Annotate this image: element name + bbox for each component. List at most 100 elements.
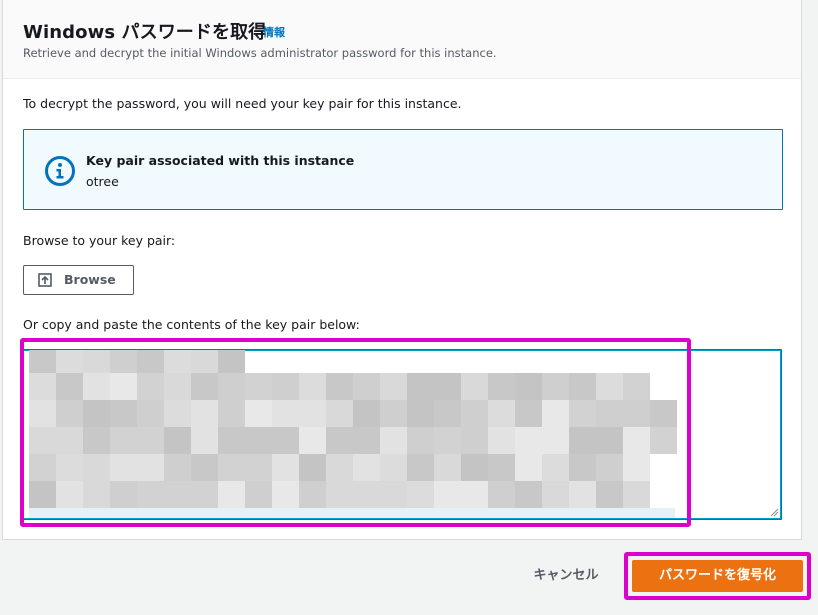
redaction-pixel bbox=[488, 373, 515, 400]
key-pair-textarea[interactable] bbox=[22, 349, 782, 520]
redaction-pixel bbox=[191, 373, 218, 400]
browse-label: Browse to your key pair: bbox=[23, 233, 176, 248]
redaction-pixel bbox=[461, 400, 488, 427]
redaction-pixel bbox=[326, 481, 353, 508]
redaction-pixel bbox=[623, 373, 650, 400]
redaction-pixel bbox=[434, 481, 461, 508]
info-link[interactable]: 情報 bbox=[263, 24, 285, 40]
redaction-pixel bbox=[218, 373, 245, 400]
redaction-pixel bbox=[29, 508, 675, 518]
redaction-pixel bbox=[245, 481, 272, 508]
redaction-pixel bbox=[515, 454, 542, 481]
redaction-pixel bbox=[299, 373, 326, 400]
redaction-pixel bbox=[515, 427, 542, 454]
redaction-pixel bbox=[569, 481, 596, 508]
resize-grip-icon[interactable] bbox=[770, 508, 779, 517]
redaction-pixel bbox=[110, 454, 137, 481]
redaction-pixel bbox=[245, 427, 272, 454]
redaction-pixel bbox=[488, 454, 515, 481]
redaction-pixel bbox=[299, 454, 326, 481]
redaction-pixel bbox=[407, 373, 434, 400]
redaction-pixel bbox=[56, 373, 83, 400]
redaction-pixel bbox=[515, 400, 542, 427]
paste-label: Or copy and paste the contents of the ke… bbox=[23, 317, 360, 332]
redaction-pixel bbox=[272, 427, 299, 454]
cancel-button[interactable]: キャンセル bbox=[518, 563, 614, 589]
redaction-pixel bbox=[407, 400, 434, 427]
redaction-pixel bbox=[299, 427, 326, 454]
browse-button-label: Browse bbox=[64, 272, 116, 287]
redaction-pixel bbox=[380, 427, 407, 454]
redaction-pixel bbox=[380, 454, 407, 481]
redaction-pixel bbox=[461, 373, 488, 400]
redaction-pixel bbox=[569, 454, 596, 481]
redaction-pixel bbox=[56, 350, 83, 373]
redaction-pixel bbox=[137, 454, 164, 481]
info-icon bbox=[45, 156, 75, 186]
redaction-pixel bbox=[569, 427, 596, 454]
redaction-pixel bbox=[542, 400, 569, 427]
redaction-pixel bbox=[191, 427, 218, 454]
redaction-pixel bbox=[650, 427, 677, 454]
redaction-pixel bbox=[137, 350, 164, 373]
redaction-pixel bbox=[407, 481, 434, 508]
redaction-pixel bbox=[434, 373, 461, 400]
redaction-pixel bbox=[191, 454, 218, 481]
redaction-pixel bbox=[515, 481, 542, 508]
redaction-pixel bbox=[596, 454, 623, 481]
redaction-pixel bbox=[542, 481, 569, 508]
redaction-pixel bbox=[56, 427, 83, 454]
redaction-pixel bbox=[245, 373, 272, 400]
redaction-pixel bbox=[164, 454, 191, 481]
redaction-pixel bbox=[623, 481, 650, 508]
redaction-pixel bbox=[110, 373, 137, 400]
redaction-pixel bbox=[218, 454, 245, 481]
redaction-pixel bbox=[380, 481, 407, 508]
redaction-pixel bbox=[164, 427, 191, 454]
redaction-pixel bbox=[191, 400, 218, 427]
redaction-pixel bbox=[164, 481, 191, 508]
redaction-pixel bbox=[164, 350, 191, 373]
redaction-pixel bbox=[353, 481, 380, 508]
redaction-pixel bbox=[542, 454, 569, 481]
redaction-pixel bbox=[218, 427, 245, 454]
redaction-pixel bbox=[596, 400, 623, 427]
redaction-pixel bbox=[596, 373, 623, 400]
redaction-pixel bbox=[137, 400, 164, 427]
browse-button[interactable]: Browse bbox=[23, 265, 134, 295]
redaction-pixel bbox=[83, 373, 110, 400]
redaction-pixel bbox=[569, 373, 596, 400]
redaction-pixel bbox=[83, 454, 110, 481]
redaction-pixel bbox=[623, 454, 650, 481]
redaction-pixel bbox=[515, 373, 542, 400]
redaction-pixel bbox=[164, 373, 191, 400]
redaction-pixel bbox=[569, 400, 596, 427]
alert-title: Key pair associated with this instance bbox=[86, 153, 355, 168]
redaction-pixel bbox=[29, 350, 56, 373]
redaction-pixel bbox=[461, 454, 488, 481]
redaction-pixel bbox=[83, 481, 110, 508]
redaction-pixel bbox=[110, 400, 137, 427]
redaction-pixel bbox=[650, 400, 677, 427]
redaction-pixel bbox=[434, 400, 461, 427]
redaction-pixel bbox=[380, 400, 407, 427]
redaction-pixel bbox=[245, 400, 272, 427]
key-pair-info-alert: Key pair associated with this instance o… bbox=[23, 129, 783, 210]
redaction-pixel bbox=[56, 454, 83, 481]
redaction-pixel bbox=[380, 373, 407, 400]
redaction-pixel bbox=[488, 400, 515, 427]
redaction-pixel bbox=[29, 454, 56, 481]
redaction-pixel bbox=[596, 427, 623, 454]
redaction-pixel bbox=[56, 481, 83, 508]
redaction-pixel bbox=[272, 400, 299, 427]
redaction-pixel bbox=[29, 373, 56, 400]
redaction-pixel bbox=[272, 454, 299, 481]
redaction-pixel bbox=[29, 427, 56, 454]
redaction-pixel bbox=[596, 481, 623, 508]
redaction-pixel bbox=[353, 427, 380, 454]
page-title: Windows パスワードを取得 bbox=[23, 22, 267, 43]
redaction-pixel bbox=[218, 400, 245, 427]
redaction-pixel bbox=[407, 427, 434, 454]
redaction-pixel bbox=[434, 427, 461, 454]
decrypt-password-button[interactable]: パスワードを復号化 bbox=[632, 560, 803, 592]
